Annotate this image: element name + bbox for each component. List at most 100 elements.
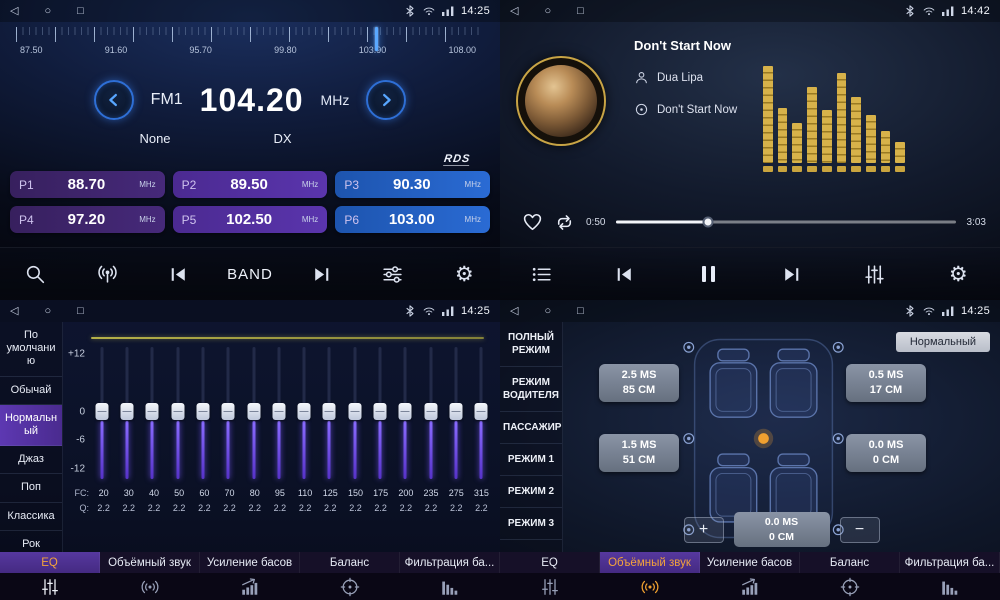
preset-button[interactable]: P4 97.20 MHz	[10, 206, 165, 233]
dsp-tab[interactable]: EQ	[500, 552, 600, 573]
preset-button[interactable]: P3 90.30 MHz	[335, 171, 490, 198]
next-station-button[interactable]	[298, 252, 344, 296]
eq-band-slider[interactable]	[266, 343, 291, 483]
settings-button[interactable]: ⚙	[441, 252, 487, 296]
home-icon[interactable]: ○	[44, 306, 51, 317]
previous-station-button[interactable]	[156, 252, 202, 296]
filter-tab-icon[interactable]	[400, 573, 500, 600]
back-icon[interactable]: ◁	[10, 306, 18, 317]
rear-left-delay-button[interactable]: 1.5 MS 51 CM	[599, 434, 679, 472]
listening-mode-item[interactable]: РЕЖИМ ВОДИТЕЛЯ	[500, 367, 562, 412]
slider-knob[interactable]	[424, 403, 437, 420]
front-right-delay-button[interactable]: 0.5 MS 17 CM	[846, 364, 926, 402]
dsp-tab[interactable]: Объёмный звук	[100, 552, 200, 573]
progress-bar[interactable]	[616, 215, 955, 229]
dsp-tab[interactable]: EQ	[0, 552, 100, 573]
listening-mode-item[interactable]: РЕЖИМ 3	[500, 508, 562, 540]
eq-preset-item[interactable]: По умолчанию	[0, 322, 62, 377]
profile-button[interactable]: Нормальный	[896, 332, 990, 352]
eq-band-slider[interactable]	[190, 343, 215, 483]
slider-knob[interactable]	[298, 403, 311, 420]
next-track-button[interactable]	[769, 252, 815, 296]
repeat-button[interactable]	[554, 212, 575, 233]
surround-tab-icon[interactable]	[600, 573, 700, 600]
home-icon[interactable]: ○	[544, 306, 551, 317]
slider-knob[interactable]	[374, 403, 387, 420]
slider-knob[interactable]	[222, 403, 235, 420]
eq-band-slider[interactable]	[241, 343, 266, 483]
slider-knob[interactable]	[120, 403, 133, 420]
preset-button[interactable]: P6 103.00 MHz	[335, 206, 490, 233]
bass-boost-tab-icon[interactable]	[700, 573, 800, 600]
eq-band-slider[interactable]	[165, 343, 190, 483]
dsp-tab[interactable]: Баланс	[800, 552, 900, 573]
recents-icon[interactable]: □	[77, 306, 84, 317]
tune-down-button[interactable]	[94, 80, 134, 120]
eq-preset-item[interactable]: Обычай	[0, 377, 62, 405]
slider-knob[interactable]	[323, 403, 336, 420]
recents-icon[interactable]: □	[77, 6, 84, 17]
pause-button[interactable]	[685, 252, 731, 296]
listening-mode-item[interactable]: ПОЛНЫЙ РЕЖИМ	[500, 322, 562, 367]
back-icon[interactable]: ◁	[10, 6, 18, 17]
slider-knob[interactable]	[146, 403, 159, 420]
eq-preset-item[interactable]: Джаз	[0, 446, 62, 474]
eq-band-slider[interactable]	[342, 343, 367, 483]
settings-button[interactable]: ⚙	[935, 252, 981, 296]
slider-knob[interactable]	[475, 403, 488, 420]
back-icon[interactable]: ◁	[510, 6, 518, 17]
progress-knob[interactable]	[703, 217, 714, 228]
rear-right-delay-button[interactable]: 0.0 MS 0 CM	[846, 434, 926, 472]
listening-mode-item[interactable]: ПАССАЖИР	[500, 412, 562, 444]
balance-tab-icon[interactable]	[800, 573, 900, 600]
eq-band-slider[interactable]	[292, 343, 317, 483]
slider-knob[interactable]	[450, 403, 463, 420]
bass-boost-tab-icon[interactable]	[200, 573, 300, 600]
playlist-button[interactable]	[519, 252, 565, 296]
home-icon[interactable]: ○	[544, 6, 551, 17]
home-icon[interactable]: ○	[44, 6, 51, 17]
dsp-tab[interactable]: Фильтрация ба...	[400, 552, 500, 573]
recents-icon[interactable]: □	[577, 6, 584, 17]
slider-knob[interactable]	[196, 403, 209, 420]
eq-band-slider[interactable]	[393, 343, 418, 483]
slider-knob[interactable]	[399, 403, 412, 420]
tuner-settings-button[interactable]	[370, 252, 416, 296]
search-button[interactable]	[13, 252, 59, 296]
slider-knob[interactable]	[171, 403, 184, 420]
eq-preset-item[interactable]: Поп	[0, 474, 62, 502]
eq-band-slider[interactable]	[418, 343, 443, 483]
eq-preset-item[interactable]: Нормальный	[0, 405, 62, 446]
frequency-scale[interactable]: 87.5091.6095.7099.80103.90108.00	[0, 22, 500, 69]
listening-mode-item[interactable]: РЕЖИМ 1	[500, 444, 562, 476]
band-button[interactable]: BAND	[227, 252, 273, 296]
decrease-delay-button[interactable]: −	[840, 517, 880, 543]
preset-button[interactable]: P2 89.50 MHz	[173, 171, 328, 198]
dsp-tab[interactable]: Фильтрация ба...	[900, 552, 1000, 573]
dsp-tab[interactable]: Объёмный звук	[600, 552, 700, 573]
slider-knob[interactable]	[95, 403, 108, 420]
eq-band-slider[interactable]	[469, 343, 494, 483]
preset-button[interactable]: P5 102.50 MHz	[173, 206, 328, 233]
eq-tab-icon[interactable]	[500, 573, 600, 600]
equalizer-button[interactable]	[852, 252, 898, 296]
dsp-tab[interactable]: Усиление басов	[200, 552, 300, 573]
back-icon[interactable]: ◁	[510, 306, 518, 317]
eq-band-slider[interactable]	[367, 343, 392, 483]
eq-band-slider[interactable]	[114, 343, 139, 483]
previous-track-button[interactable]	[602, 252, 648, 296]
eq-tab-icon[interactable]	[0, 573, 100, 600]
front-left-delay-button[interactable]: 2.5 MS 85 CM	[599, 364, 679, 402]
recents-icon[interactable]: □	[577, 306, 584, 317]
eq-preset-item[interactable]: Рок	[0, 531, 62, 552]
eq-band-slider[interactable]	[89, 343, 114, 483]
eq-band-slider[interactable]	[317, 343, 342, 483]
filter-tab-icon[interactable]	[900, 573, 1000, 600]
slider-knob[interactable]	[272, 403, 285, 420]
eq-preset-item[interactable]: Классика	[0, 503, 62, 531]
surround-tab-icon[interactable]	[100, 573, 200, 600]
eq-band-slider[interactable]	[443, 343, 468, 483]
listening-mode-item[interactable]: РЕЖИМ 2	[500, 476, 562, 508]
tune-up-button[interactable]	[366, 80, 406, 120]
eq-band-slider[interactable]	[140, 343, 165, 483]
